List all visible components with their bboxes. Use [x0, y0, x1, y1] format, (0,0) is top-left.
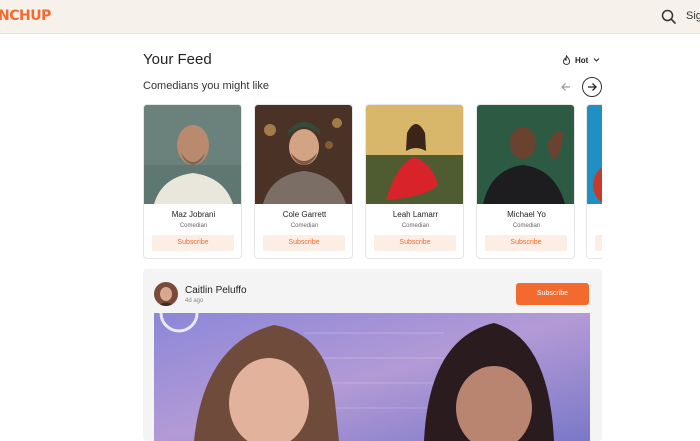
comedian-photo [144, 105, 241, 204]
comedian-name: Cole Garrett [282, 210, 327, 219]
sort-label: Hot [575, 55, 589, 65]
comedian-card[interactable]: Cole Garrett Comedian Subscribe [254, 104, 353, 259]
carousel-next-button[interactable] [582, 77, 602, 97]
comedian-photo [255, 105, 352, 204]
section-title: Comedians you might like [143, 80, 269, 92]
subscribe-button[interactable]: Subscribe [152, 235, 234, 251]
sign-in-link[interactable]: Sig [686, 10, 700, 22]
chevron-down-icon [593, 58, 600, 62]
search-icon [661, 9, 676, 24]
comedian-carousel: Maz Jobrani Comedian Subscribe Cole Garr… [143, 104, 602, 259]
subscribe-button[interactable]: Subscribe [374, 235, 456, 251]
arrow-left-icon [561, 83, 570, 91]
search-button[interactable] [660, 8, 678, 26]
comedian-photo [587, 105, 602, 204]
avatar-image [154, 282, 178, 306]
comedian-role: Comedian [512, 223, 541, 229]
comedian-name: Michael Yo [507, 210, 546, 219]
comedian-name: Leah Lamarr [392, 210, 439, 219]
comedian-card[interactable]: Michael Yo Comedian Subscribe [476, 104, 575, 259]
post-video-thumbnail[interactable] [154, 313, 590, 441]
flame-icon [562, 55, 571, 65]
comedian-role: Comedian [290, 223, 319, 229]
comedian-name: Maz Jobrani [171, 210, 216, 219]
video-thumbnail-image [154, 313, 590, 441]
arrow-right-icon [588, 83, 597, 91]
sort-dropdown[interactable]: Hot [562, 52, 601, 68]
page-title: Your Feed [143, 51, 212, 68]
subscribe-button[interactable]: Subscribe [263, 235, 345, 251]
post-author[interactable]: Caitlin Peluffo [185, 285, 247, 296]
logo[interactable]: NCHUP [0, 8, 51, 24]
comedian-card[interactable]: Leah Lamarr Comedian Subscribe [365, 104, 464, 259]
comedian-role: Comedian [401, 223, 430, 229]
post-timestamp: 4d ago [185, 298, 204, 304]
comedian-photo [366, 105, 463, 204]
subscribe-button[interactable] [595, 235, 602, 251]
comedian-photo [477, 105, 574, 204]
subscribe-button[interactable]: Subscribe [516, 283, 589, 305]
comedian-role: Comedian [179, 223, 208, 229]
comedian-card[interactable]: Maz Jobrani Comedian Subscribe [143, 104, 242, 259]
subscribe-button[interactable]: Subscribe [485, 235, 567, 251]
avatar[interactable] [154, 282, 178, 306]
feed-post: Caitlin Peluffo 4d ago Subscribe [143, 269, 602, 441]
comedian-card[interactable] [586, 104, 602, 259]
top-bar: NCHUP Sig [0, 0, 700, 34]
carousel-prev-button[interactable] [557, 78, 575, 96]
